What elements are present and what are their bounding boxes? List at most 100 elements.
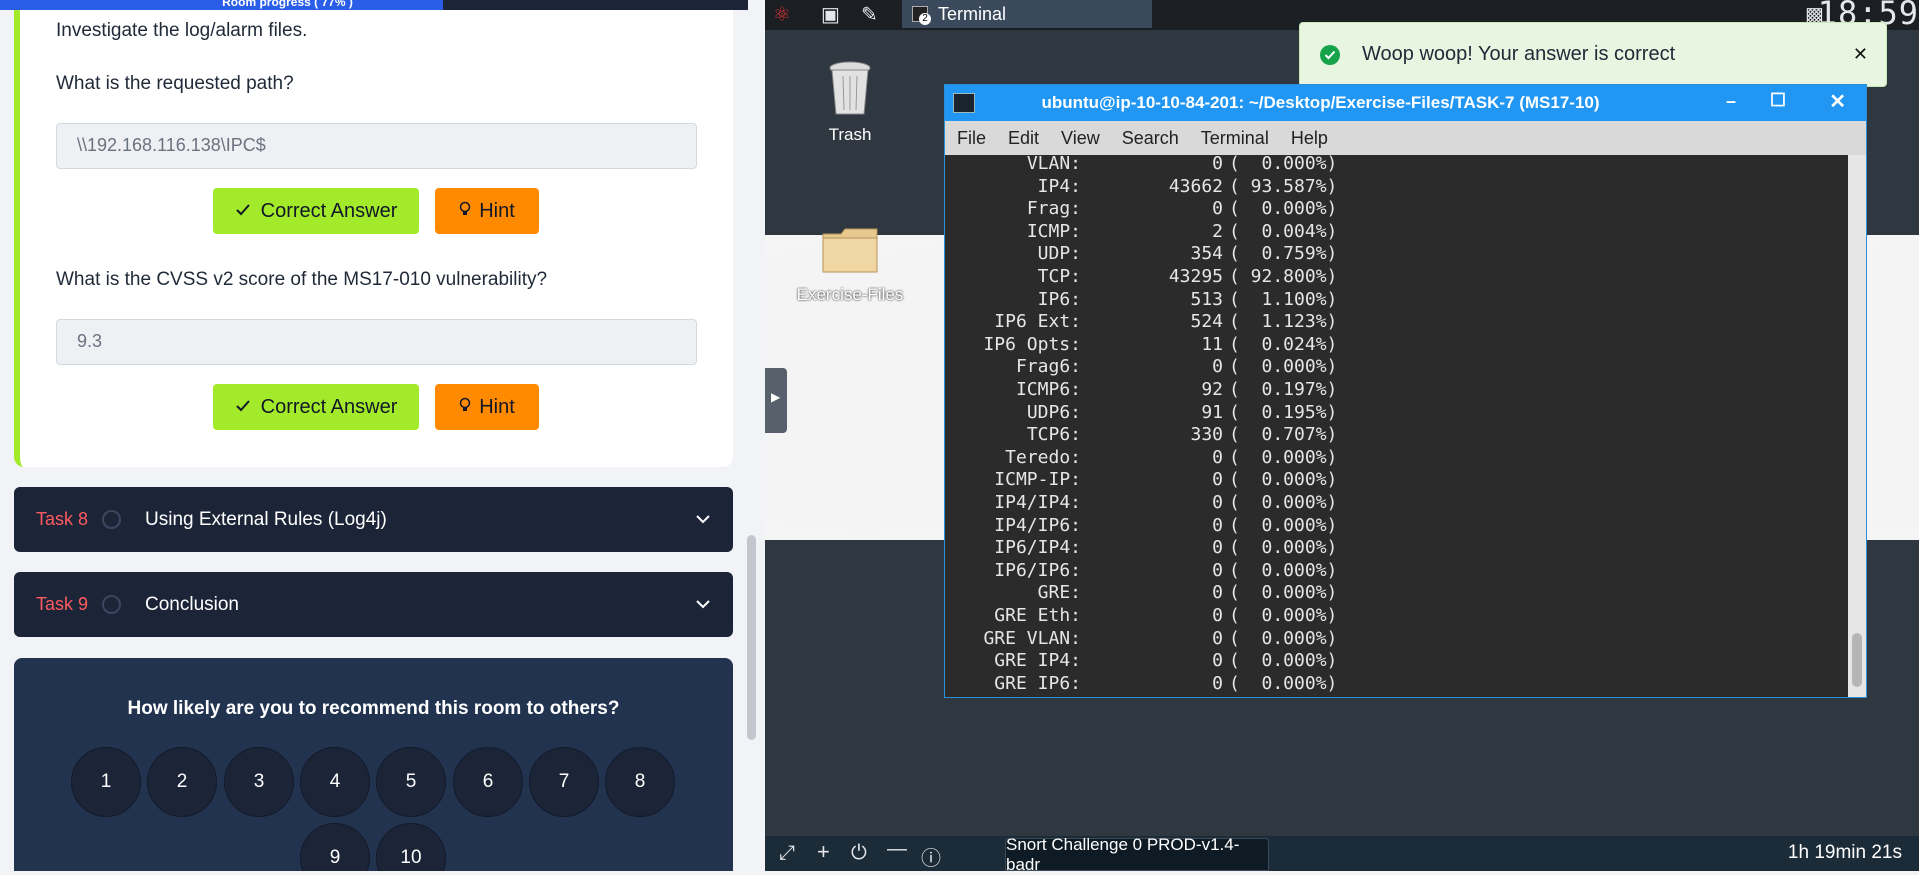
stat-name: IP6 Ext: [994, 311, 1081, 333]
terminal-stat-row: UDP: 354 ( 0.759%) [945, 243, 1848, 265]
hint-button[interactable]: Hint [435, 384, 539, 430]
stat-name: GRE Eth: [994, 605, 1081, 626]
minus-icon[interactable]: — [887, 838, 907, 861]
hint-label: Hint [479, 199, 515, 222]
rating-button-3[interactable]: 3 [224, 747, 294, 817]
rating-button-2[interactable]: 2 [147, 747, 217, 817]
side-panel-handle[interactable]: ▶ [765, 368, 787, 433]
panel-scrollbar-thumb[interactable] [747, 535, 756, 740]
desktop-bottom-panel: ⤢ + ⏻ — ⓘ [765, 836, 1919, 871]
folder-icon [822, 228, 878, 273]
terminal-scrollbar-thumb[interactable] [1852, 633, 1862, 687]
chevron-down-icon[interactable] [695, 511, 711, 529]
stat-percent: ( 0.000%) [1229, 514, 1338, 536]
stat-count: 91 [1201, 401, 1223, 423]
stat-count: 0 [1212, 605, 1223, 626]
hint-button[interactable]: Hint [435, 188, 539, 234]
stat-count: 0 [1212, 514, 1223, 536]
terminal-output[interactable]: VLAN: 0 ( 0.000%) IP4: 43662 ( 93.587%) Frag: 0… [945, 155, 1848, 697]
minimize-icon[interactable]: – [1726, 91, 1736, 112]
menu-help[interactable]: Help [1291, 128, 1328, 149]
menu-search[interactable]: Search [1122, 128, 1179, 149]
info-icon[interactable]: ⓘ [921, 842, 941, 871]
correct-answer-button[interactable]: Correct Answer [213, 188, 419, 234]
stat-name: IP4/IP4: [994, 492, 1081, 513]
stat-name: Frag6: [1015, 356, 1081, 378]
stat-count: 0 [1212, 469, 1223, 491]
terminal-stat-row: GRE IP4: 0 ( 0.000%) [945, 650, 1848, 672]
rating-button-5[interactable]: 5 [376, 747, 446, 817]
terminal-stat-row: VLAN: 0 ( 0.000%) [945, 155, 1848, 175]
stat-name: ICMP: [1026, 220, 1081, 242]
terminal-stat-row: ICMP: 2 ( 0.004%) [945, 221, 1848, 243]
rating-button-4[interactable]: 4 [300, 747, 370, 817]
terminal-stat-row: Teredo: 0 ( 0.000%) [945, 447, 1848, 469]
rating-button-6[interactable]: 6 [453, 747, 523, 817]
app-menu-icon[interactable]: ⚛ [773, 2, 791, 27]
stat-name: IP6: [1037, 288, 1081, 310]
taskbar-terminal-button[interactable]: 2 Terminal [902, 0, 1152, 28]
exercise-files-desktop-icon[interactable] [821, 226, 879, 279]
fullscreen-icon[interactable]: ⤢ [779, 842, 795, 865]
stat-count: 330 [1190, 424, 1223, 446]
stat-percent: ( 0.024%) [1229, 333, 1338, 355]
terminal-stat-row: IP4/IP6: 0 ( 0.000%) [945, 515, 1848, 537]
terminal-stat-row: IP4/IP4: 0 ( 0.000%) [945, 492, 1848, 514]
stat-percent: ( 92.800%) [1229, 266, 1338, 287]
close-icon[interactable]: ✕ [1853, 44, 1868, 65]
rating-button-8[interactable]: 8 [605, 747, 675, 817]
stat-count: 2 [1212, 220, 1223, 242]
close-icon[interactable]: ✕ [1829, 89, 1846, 114]
stat-percent: ( 0.000%) [1229, 469, 1338, 491]
power-icon[interactable]: ⏻ [851, 842, 867, 865]
terminal-stat-row: ICMP-IP: 0 ( 0.000%) [945, 469, 1848, 491]
stat-count: 0 [1212, 537, 1223, 559]
toast-message: Woop woop! Your answer is correct [1362, 43, 1676, 65]
rating-button-1[interactable]: 1 [71, 747, 141, 817]
answer-field-requested-path[interactable]: \\192.168.116.138\IPC$ [56, 123, 697, 169]
terminal-titlebar[interactable]: ubuntu@ip-10-10-84-201: ~/Desktop/Exerci… [945, 85, 1866, 121]
exercise-files-label: Exercise-Files [796, 285, 904, 304]
stat-percent: ( 0.000%) [1229, 559, 1338, 581]
add-icon[interactable]: + [817, 839, 830, 865]
stat-name: UDP: [1037, 243, 1081, 265]
terminal-icon: 2 [912, 6, 931, 25]
task-status-circle-icon [102, 595, 121, 614]
terminal-stat-row: IP6/IP6: 0 ( 0.000%) [945, 560, 1848, 582]
rating-button-9[interactable]: 9 [300, 823, 370, 871]
answer-field-cvss-score[interactable]: 9.3 [56, 319, 697, 365]
stat-name: IP6 Opts: [983, 333, 1081, 355]
panel-scrollbar[interactable] [748, 0, 765, 871]
room-panel: Room progress ( 77% ) Investigate the lo… [0, 0, 765, 871]
stat-percent: ( 93.587%) [1229, 175, 1338, 197]
rating-button-10[interactable]: 10 [376, 823, 446, 871]
terminal-stat-row: GRE VLAN: 0 ( 0.000%) [945, 628, 1848, 650]
stat-name: GRE: [1037, 582, 1081, 604]
stat-count: 0 [1212, 582, 1223, 604]
machine-name-tab[interactable]: Snort Challenge 0 PROD-v1.4-badr [1005, 835, 1269, 874]
menu-terminal[interactable]: Terminal [1201, 128, 1269, 149]
correct-answer-button[interactable]: Correct Answer [213, 384, 419, 430]
menu-view[interactable]: View [1061, 128, 1100, 149]
task-9-header[interactable]: Task 9 Conclusion [14, 572, 733, 637]
task-8-header[interactable]: Task 8 Using External Rules (Log4j) [14, 487, 733, 552]
terminal-stat-row: Frag: 0 ( 0.000%) [945, 198, 1848, 220]
room-progress-text: Room progress ( 77% ) [222, 0, 353, 9]
trash-desktop-icon[interactable] [825, 58, 875, 123]
text-editor-launcher-icon[interactable]: ✎ [861, 2, 878, 27]
lightbulb-icon [459, 396, 471, 419]
stat-percent: ( 0.000%) [1229, 627, 1338, 649]
menu-edit[interactable]: Edit [1008, 128, 1039, 149]
terminal-window-title: ubuntu@ip-10-10-84-201: ~/Desktop/Exerci… [1041, 93, 1600, 112]
rating-button-7[interactable]: 7 [529, 747, 599, 817]
stat-name: TCP6: [1026, 424, 1081, 446]
task-status-circle-icon [102, 510, 121, 529]
chevron-down-icon[interactable] [695, 596, 711, 614]
maximize-icon[interactable]: ☐ [1770, 90, 1786, 111]
stat-name: ICMP-IP: [994, 469, 1081, 491]
taskbar-terminal-label: Terminal [938, 3, 1007, 24]
terminal-scrollbar[interactable] [1848, 155, 1866, 697]
terminal-launcher-icon[interactable]: ▣ [821, 2, 840, 27]
menu-file[interactable]: File [957, 128, 986, 149]
stat-percent: ( 0.000%) [1229, 605, 1338, 626]
